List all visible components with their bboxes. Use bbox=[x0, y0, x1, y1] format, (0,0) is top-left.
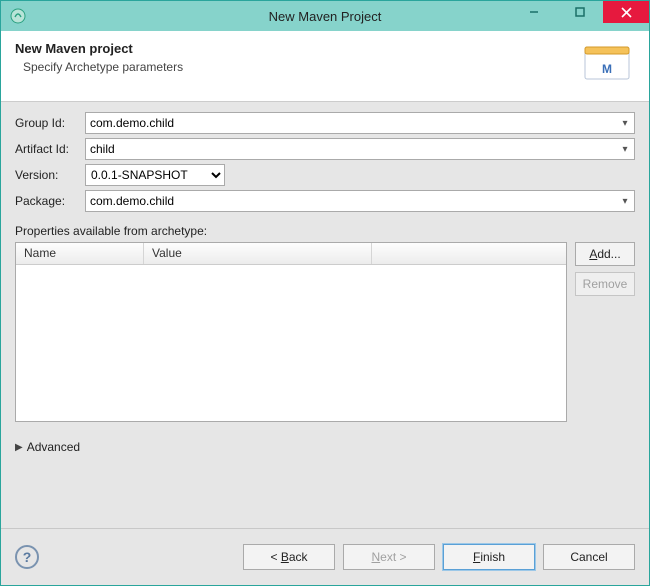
group-id-label: Group Id: bbox=[15, 116, 85, 130]
wizard-header: New Maven project Specify Archetype para… bbox=[1, 31, 649, 102]
cancel-button[interactable]: Cancel bbox=[543, 544, 635, 570]
maven-icon: M bbox=[579, 41, 635, 87]
artifact-id-label: Artifact Id: bbox=[15, 142, 85, 156]
app-icon bbox=[7, 5, 29, 27]
column-value[interactable]: Value bbox=[144, 243, 372, 264]
column-name[interactable]: Name bbox=[16, 243, 144, 264]
svg-text:M: M bbox=[602, 62, 612, 76]
maximize-button[interactable] bbox=[557, 1, 603, 23]
version-label: Version: bbox=[15, 168, 85, 182]
window-controls bbox=[511, 1, 649, 31]
chevron-down-icon[interactable]: ▾ bbox=[616, 144, 634, 155]
version-select[interactable]: 0.0.1-SNAPSHOT bbox=[85, 164, 225, 186]
wizard-content: Group Id: ▾ Artifact Id: ▾ Version: 0.0.… bbox=[1, 102, 649, 514]
chevron-down-icon[interactable]: ▾ bbox=[616, 196, 634, 207]
next-button: Next > bbox=[343, 544, 435, 570]
package-label: Package: bbox=[15, 194, 85, 208]
properties-table[interactable]: Name Value bbox=[15, 242, 567, 422]
artifact-id-combo[interactable]: ▾ bbox=[85, 138, 635, 160]
advanced-label: Advanced bbox=[27, 440, 80, 454]
properties-section-label: Properties available from archetype: bbox=[15, 224, 635, 238]
advanced-toggle[interactable]: ▶ Advanced bbox=[15, 440, 635, 454]
titlebar[interactable]: New Maven Project bbox=[1, 1, 649, 31]
wizard-subtitle: Specify Archetype parameters bbox=[23, 60, 579, 74]
package-input[interactable] bbox=[86, 191, 616, 211]
package-combo[interactable]: ▾ bbox=[85, 190, 635, 212]
wizard-footer: ? < Back Next > Finish Cancel bbox=[1, 529, 649, 585]
finish-button[interactable]: Finish bbox=[443, 544, 535, 570]
properties-table-header: Name Value bbox=[16, 243, 566, 265]
close-button[interactable] bbox=[603, 1, 649, 23]
back-button[interactable]: < Back bbox=[243, 544, 335, 570]
triangle-right-icon: ▶ bbox=[15, 442, 23, 453]
help-icon[interactable]: ? bbox=[15, 545, 39, 569]
column-spacer bbox=[372, 243, 566, 264]
group-id-input[interactable] bbox=[86, 113, 616, 133]
group-id-combo[interactable]: ▾ bbox=[85, 112, 635, 134]
dialog-window: New Maven Project New Maven project Spec… bbox=[0, 0, 650, 586]
minimize-button[interactable] bbox=[511, 1, 557, 23]
wizard-title: New Maven project bbox=[15, 41, 579, 56]
chevron-down-icon[interactable]: ▾ bbox=[616, 118, 634, 129]
remove-button: Remove bbox=[575, 272, 635, 296]
artifact-id-input[interactable] bbox=[86, 139, 616, 159]
add-button[interactable]: Add... bbox=[575, 242, 635, 266]
